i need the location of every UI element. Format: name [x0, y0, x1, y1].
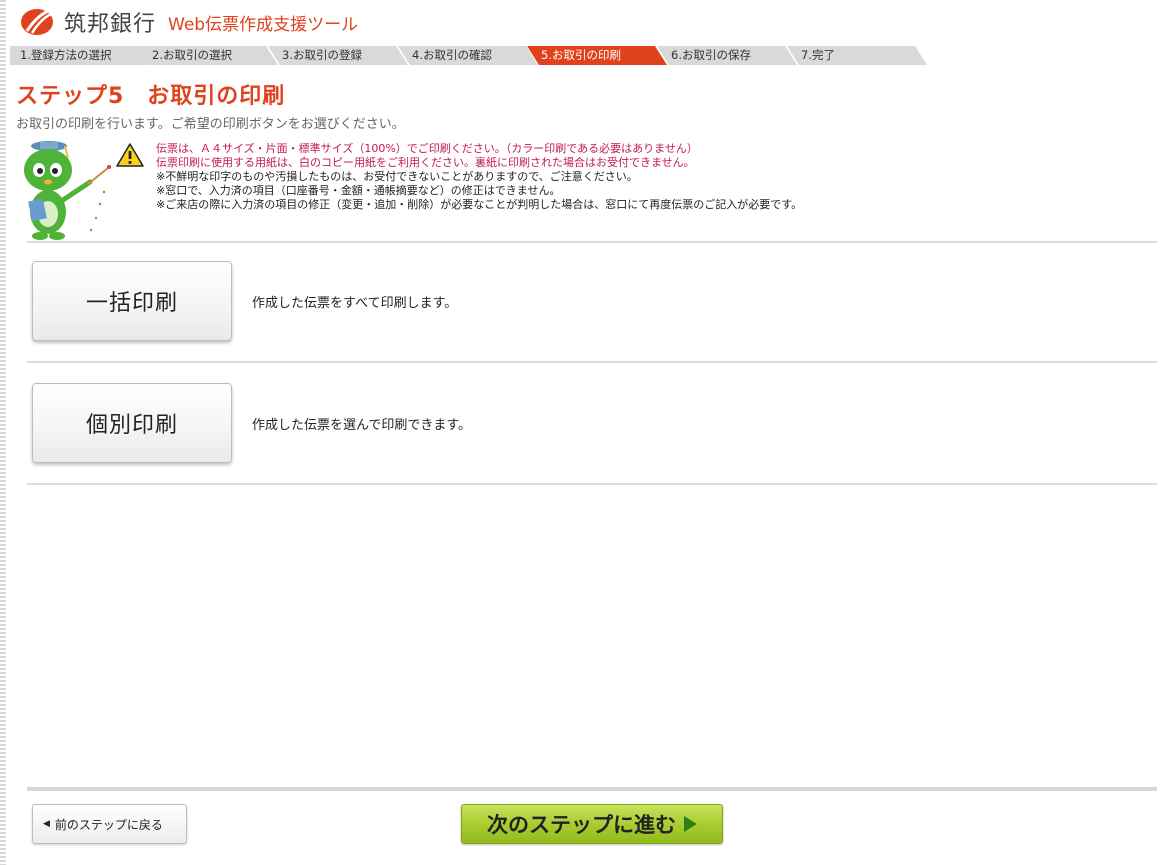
back-button-label: 前のステップに戻る: [54, 817, 163, 832]
step-1: 1.登録方法の選択: [10, 46, 150, 65]
next-button-label: 次のステップに進む: [487, 813, 676, 837]
footer-divider: [27, 787, 1157, 791]
step-6: 6.お取引の保存: [657, 46, 797, 65]
print-notes: 伝票は、Ａ４サイズ・片面・標準サイズ（100%）でご印刷ください。（カラー印刷で…: [156, 142, 802, 212]
back-button[interactable]: ◀ 前のステップに戻る: [32, 804, 187, 844]
note-rewrite-required: ※ご来店の際に入力済の項目の修正（変更・追加・削除）が必要なことが判明した場合は…: [156, 198, 803, 211]
step-progress-bar: 1.登録方法の選択 2.お取引の選択 3.お取引の登録 4.お取引の確認 5.お…: [10, 46, 930, 65]
step-7: 7.完了: [787, 46, 927, 65]
bank-logo-icon: [21, 9, 53, 35]
triangle-left-icon: ◀: [43, 819, 50, 829]
play-arrow-icon: [684, 816, 697, 832]
step-5-current: 5.お取引の印刷: [527, 46, 667, 65]
page-subtitle: お取引の印刷を行います。ご希望の印刷ボタンをお選びください。: [16, 117, 405, 132]
header: 筑邦銀行 Web伝票作成支援ツール: [18, 6, 358, 38]
divider: [27, 241, 1157, 243]
warning-icon: [116, 143, 144, 167]
mascot-character-icon: [24, 141, 111, 240]
divider: [27, 361, 1157, 363]
page-title: ステップ5 お取引の印刷: [16, 84, 286, 109]
note-paper-type: 伝票印刷に使用する用紙は、白のコピー用紙をご利用ください。裏紙に印刷された場合は…: [156, 156, 695, 169]
note-paper-size: 伝票は、Ａ４サイズ・片面・標準サイズ（100%）でご印刷ください。（カラー印刷で…: [156, 142, 698, 155]
divider: [27, 483, 1157, 485]
individual-print-button[interactable]: 個別印刷: [32, 383, 232, 463]
individual-print-description: 作成した伝票を選んで印刷できます。: [252, 418, 472, 433]
step-3: 3.お取引の登録: [268, 46, 408, 65]
left-border-strip: [0, 0, 6, 865]
next-step-button[interactable]: 次のステップに進む: [461, 804, 723, 844]
bulk-print-button[interactable]: 一括印刷: [32, 261, 232, 341]
note-unclear-print: ※不鮮明な印字のものや汚損したものは、お受付できないことがありますので、ご注意く…: [156, 170, 638, 183]
step-4: 4.お取引の確認: [398, 46, 538, 65]
bulk-print-description: 作成した伝票をすべて印刷します。: [252, 296, 458, 311]
step-2: 2.お取引の選択: [138, 46, 278, 65]
bank-name: 筑邦銀行: [64, 12, 157, 37]
note-no-correction: ※窓口で、入力済の項目（口座番号・金額・通帳摘要など）の修正はできません。: [156, 184, 561, 197]
tool-name: Web伝票作成支援ツール: [168, 14, 359, 35]
